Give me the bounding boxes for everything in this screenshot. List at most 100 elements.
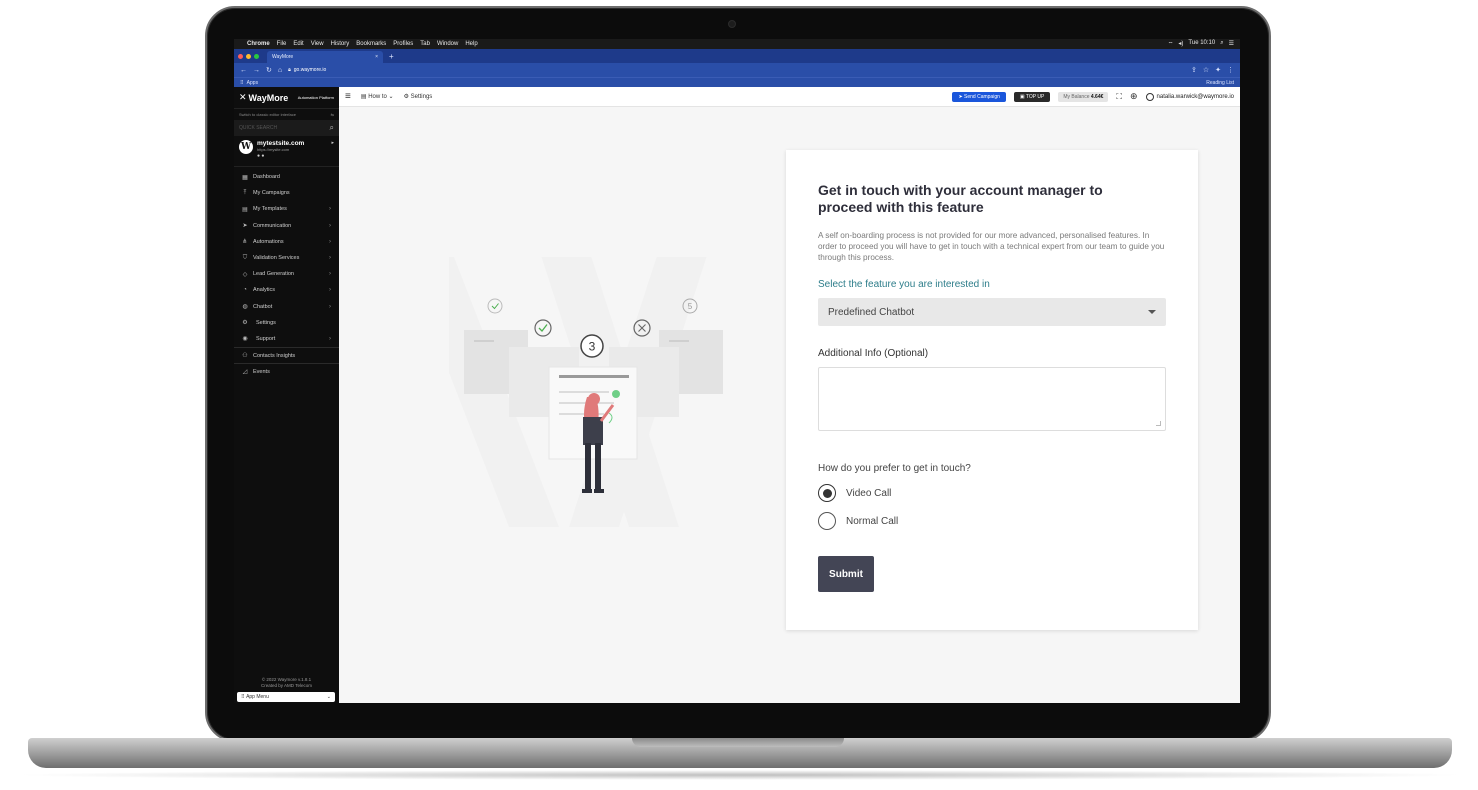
home-icon[interactable]: ⌂ [278,67,282,74]
menu-history[interactable]: History [331,41,350,47]
feature-select-value: Predefined Chatbot [828,306,915,318]
new-tab-icon[interactable]: + [389,52,394,61]
sidebar-item-communication[interactable]: ➤ Communication › [234,218,339,234]
search-icon[interactable]: ⌕ [330,123,334,133]
control-center-icon[interactable]: ☰ [1229,40,1234,48]
chevron-right-icon: › [329,335,331,342]
send-campaign-button[interactable]: ➤ Send Campaign [952,91,1006,102]
card-line [559,391,609,393]
radio-normal-call-label: Normal Call [846,515,899,527]
forward-icon[interactable]: → [253,67,260,74]
volume-icon[interactable]: ◂) [1178,40,1183,48]
sidebar-item-support[interactable]: ◉ Support › [234,331,339,347]
chevron-right-icon: › [329,206,331,213]
card-line [669,340,689,342]
feature-select[interactable]: Predefined Chatbot [818,298,1166,326]
app-menu-select[interactable]: ⠿ App Menu ⌄ [237,692,335,702]
brand-subtitle: Automation Platform [297,95,334,100]
menu-edit[interactable]: Edit [293,41,303,47]
switch-interface-row[interactable]: Switch to classic editor interface ⇆ [234,109,339,119]
radio-button-checked[interactable] [818,484,836,502]
menu-tab[interactable]: Tab [420,41,430,47]
menu-view[interactable]: View [311,41,324,47]
check-icon [534,319,552,337]
tab-close-icon[interactable]: × [375,54,378,60]
waymore-logo-icon: ✕ [239,92,247,102]
main-area: ≡ ▤ How to ⌄ ⚙ Settings ➤ Send Campaign … [339,87,1240,703]
top-up-button[interactable]: ▣ TOP UP [1013,91,1051,102]
chevron-right-icon: › [329,303,331,310]
quick-search[interactable]: QUICK SEARCH ⌕ [234,120,339,136]
settings-link[interactable]: ⚙ Settings [404,93,433,100]
hamburger-icon[interactable]: ≡ [345,91,351,102]
menu-help[interactable]: Help [465,41,477,47]
site-selector[interactable]: W mytestsite.com https://mysite.com ● ● … [234,137,339,167]
user-menu[interactable]: natalia.warwick@waymore.io [1145,92,1234,101]
user-email: natalia.warwick@waymore.io [1156,93,1234,100]
sidebar-item-settings[interactable]: ⚙ Settings [234,315,339,331]
caret-right-icon[interactable]: ▸ [331,140,334,163]
additional-info-textarea[interactable] [818,367,1166,431]
current-step-number: 3 [589,340,596,354]
sidebar-item-contacts-insights[interactable]: ⚇ Contacts Insights [234,347,339,363]
events-icon: ◿ [242,369,248,376]
feature-label: Select the feature you are interested in [818,279,990,290]
resize-handle-icon[interactable] [1156,421,1161,426]
radio-button-unchecked[interactable] [818,512,836,530]
browser-tab[interactable]: WayMore × [267,51,383,63]
share-icon[interactable]: ⇪ [1191,66,1197,74]
url-field[interactable]: 🔒︎ go.waymore.io [288,65,1185,75]
page-content: 3 5 Get in touch with your account manag… [339,107,1240,703]
menu-bookmarks[interactable]: Bookmarks [356,41,386,47]
menu-file[interactable]: File [277,41,287,47]
toggle-icon[interactable]: ⇆ [331,112,334,117]
zoom-window-button[interactable] [254,53,259,59]
star-icon[interactable]: ☆ [1203,66,1209,74]
back-icon[interactable]: ← [240,67,247,74]
chevron-right-icon: › [329,255,331,262]
browser-menu-icon[interactable]: ⋮ [1227,66,1234,74]
reload-icon[interactable]: ↻ [266,66,272,74]
radio-video-call[interactable]: Video Call [818,484,1166,502]
sidebar-item-automations[interactable]: ⋔ Automations › [234,234,339,250]
lock-icon: 🔒︎ [288,67,291,73]
radio-dot [822,488,832,498]
sidebar-item-label: Chatbot [253,303,273,310]
apps-grid-icon: ⠿ [240,79,244,86]
sidebar-item-analytics[interactable]: ◔ Analytics › [234,282,339,298]
wifi-icon[interactable]: ⌔ [1168,40,1174,48]
menubar-clock[interactable]: Tue 10:10 [1188,40,1215,48]
menu-chrome[interactable]: Chrome [247,41,270,47]
settings-label: Settings [410,94,433,100]
chevron-down-icon: ⌄ [326,694,331,700]
tag-icon: ◇ [242,271,248,278]
submit-button[interactable]: Submit [818,556,874,592]
globe-icon[interactable]: ⊕ [1130,91,1138,102]
sidebar-item-validation-services[interactable]: ⛉ Validation Services › [234,250,339,266]
minimize-window-button[interactable] [246,53,251,59]
bookmark-apps[interactable]: Apps [247,80,258,86]
sidebar-item-lead-generation[interactable]: ◇ Lead Generation › [234,266,339,282]
sidebar-item-dashboard[interactable]: ▦ Dashboard [234,169,339,185]
contact-manager-card: Get in touch with your account manager t… [786,150,1198,630]
close-window-button[interactable] [238,53,243,59]
reading-list[interactable]: Reading List [1206,80,1234,86]
menu-profiles[interactable]: Profiles [393,41,413,47]
shield-icon: ⛉ [242,254,248,261]
sidebar-item-my-campaigns[interactable]: ⤒ My Campaigns [234,185,339,201]
sidebar-item-chatbot[interactable]: ◍ Chatbot › [234,299,339,315]
menu-window[interactable]: Window [437,41,458,47]
sidebar-item-my-templates[interactable]: ▤ My Templates › [234,201,339,217]
sidebar-item-events[interactable]: ◿ Events [234,363,339,379]
extensions-icon[interactable]: ✦ [1215,66,1221,74]
pie-icon: ◔ [243,287,247,294]
radio-normal-call[interactable]: Normal Call [818,512,1166,530]
howto-menu[interactable]: ▤ How to ⌄ [361,93,394,100]
site-status-icons: ● ● [257,153,265,159]
caret-down-icon [1148,310,1156,314]
fullscreen-icon[interactable]: ⛶ [1116,92,1122,102]
brand-logo[interactable]: ✕ WayMore [239,92,288,103]
search-icon[interactable]: ⌕ [1220,40,1223,48]
sidebar-item-label: Validation Services [253,255,300,262]
contacts-icon: ⚇ [242,353,248,360]
